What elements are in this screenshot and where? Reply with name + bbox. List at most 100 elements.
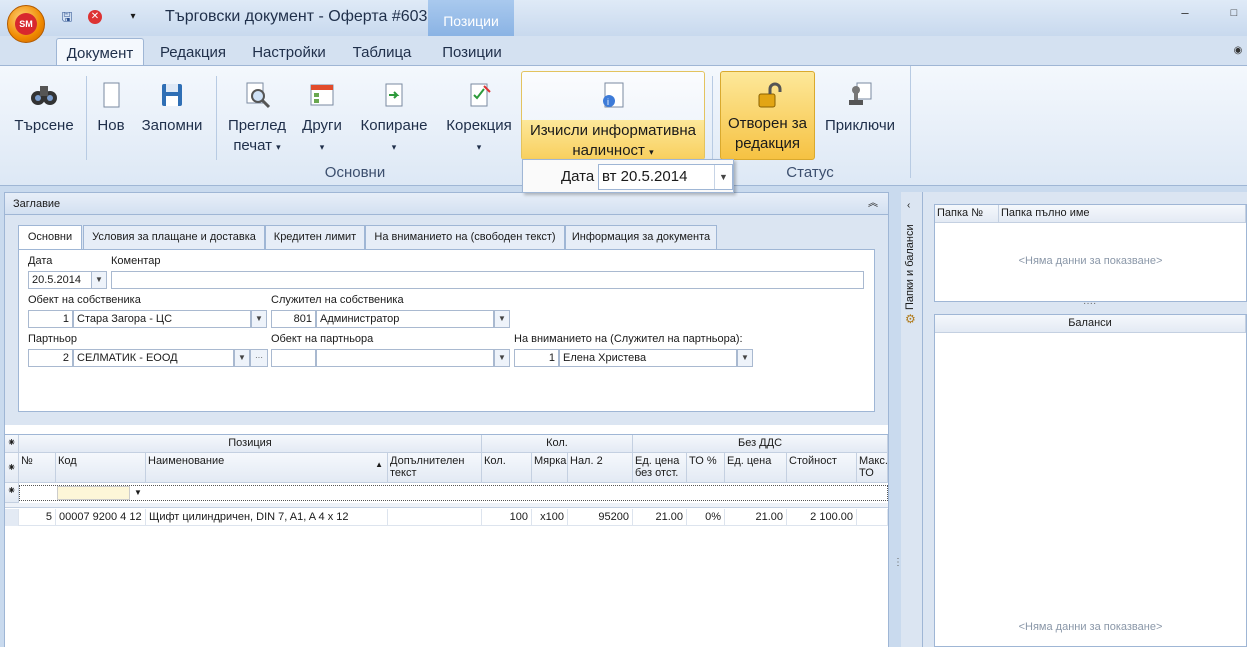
collapse-left-icon[interactable]: ‹	[907, 200, 910, 211]
col-name[interactable]: Наименование ▲	[146, 453, 388, 483]
col-unit-price[interactable]: Ед. цена	[725, 453, 787, 483]
owner-employee-dropdown-icon[interactable]: ▼	[494, 310, 510, 328]
col-no[interactable]: №	[19, 453, 56, 483]
maximize-icon[interactable]: □	[1226, 6, 1242, 20]
correction-button[interactable]: Корекция ▾	[442, 72, 516, 157]
header-area: Основни Условия за плащане и доставка Кр…	[5, 215, 888, 425]
tab-payment-delivery[interactable]: Условия за плащане и доставка	[83, 225, 265, 249]
comment-label: Коментар	[111, 255, 161, 267]
title-bar: SM 🖫 ✕ ▾ Търговски документ - Оферта #60…	[0, 0, 1247, 56]
checklist-icon	[470, 83, 491, 107]
sort-ascending-icon: ▲	[375, 460, 383, 469]
print-preview-button[interactable]: Преглед печат ▾	[225, 72, 289, 157]
panel-splitter[interactable]: ⋮	[889, 192, 903, 647]
tab-document-info[interactable]: Информация за документа	[565, 225, 717, 249]
calc-availability-button[interactable]: i Изчисли информативна наличност ▾	[521, 71, 705, 160]
col-max-discount[interactable]: Макс. ТО	[857, 453, 888, 483]
partner-object-name[interactable]	[316, 349, 494, 367]
col-folder-name[interactable]: Папка пълно име	[999, 205, 1246, 223]
balances-no-data: <Няма данни за показване>	[1018, 621, 1163, 633]
folders-grid: Папка № Папка пълно име <Няма данни за п…	[934, 204, 1247, 302]
save-icon[interactable]: 🖫	[58, 8, 76, 26]
customize-icon[interactable]: ▾	[124, 8, 142, 26]
tab-basic[interactable]: Основни	[18, 225, 82, 250]
copy-button[interactable]: Копиране ▾	[356, 72, 432, 157]
finish-button[interactable]: Приключи	[820, 72, 900, 136]
minimize-icon[interactable]: –	[1177, 6, 1193, 20]
save-button[interactable]: Запомни	[140, 72, 204, 136]
new-label: Нов	[97, 117, 125, 134]
owner-object-name[interactable]: Стара Загора - ЦС	[73, 310, 251, 328]
search-button[interactable]: Търсене	[14, 72, 74, 136]
col-extra-text[interactable]: Допълнителен текст	[388, 453, 482, 483]
tab-positions[interactable]: Позиции	[430, 38, 514, 66]
new-item-row[interactable]: ▼	[19, 485, 888, 501]
col-folder-no[interactable]: Папка №	[935, 205, 999, 223]
date-popup-input[interactable]: вт 20.5.2014 ▼	[598, 164, 733, 190]
owner-object-dropdown-icon[interactable]: ▼	[251, 310, 267, 328]
status-label-2: редакция	[734, 135, 801, 152]
partner-object-code[interactable]	[271, 349, 316, 367]
open-for-edit-button[interactable]: Отворен за редакция	[720, 71, 815, 160]
partner-browse-icon[interactable]: ···	[250, 349, 268, 367]
help-icon[interactable]: ◉	[1230, 44, 1246, 58]
document-panel: Заглавие ︽ Основни Условия за плащане и д…	[4, 192, 889, 647]
new-row-dropdown-icon[interactable]: ▼	[130, 486, 146, 500]
partner-name[interactable]: СЕЛМАТИК - ЕООД	[73, 349, 234, 367]
attention-code[interactable]: 1	[514, 349, 559, 367]
col-price-no-discount[interactable]: Ед. цена без отст.	[633, 453, 687, 483]
table-row[interactable]: 5 00007 9200 4 12 Щифт цилиндричен, DIN …	[5, 509, 888, 526]
context-tab-positions[interactable]: Позиции	[428, 0, 514, 36]
band-position: Позиция	[19, 435, 482, 453]
other-label: Други	[302, 117, 342, 134]
folders-no-data: <Няма данни за показване>	[1018, 255, 1163, 267]
copy-label: Копиране	[360, 117, 428, 134]
tab-document[interactable]: Документ	[56, 38, 144, 66]
cell-unit: x100	[532, 509, 568, 526]
date-field[interactable]: 20.5.2014	[28, 271, 92, 289]
app-logo[interactable]: SM	[7, 5, 45, 43]
close-icon[interactable]: ✕	[88, 10, 102, 24]
partner-code[interactable]: 2	[28, 349, 73, 367]
tab-settings[interactable]: Настройки	[242, 38, 336, 66]
comment-field[interactable]	[111, 271, 864, 289]
new-button[interactable]: Нов	[94, 72, 128, 136]
col-availability[interactable]: Нал. 2	[568, 453, 633, 483]
svg-text:i: i	[607, 97, 609, 107]
partner-object-dropdown-icon[interactable]: ▼	[494, 349, 510, 367]
date-popup-label: Дата	[561, 168, 595, 185]
form-icon	[310, 84, 334, 106]
col-value[interactable]: Стойност	[787, 453, 857, 483]
collapse-icon[interactable]: ︽	[868, 193, 878, 215]
ribbon-tabs: Документ Редакция Настройки Таблица Пози…	[0, 36, 1247, 66]
tab-credit-limit[interactable]: Кредитен лимит	[265, 225, 365, 249]
new-row-code-input[interactable]	[57, 486, 130, 500]
other-button[interactable]: Други ▾	[298, 72, 346, 157]
tab-table[interactable]: Таблица	[342, 38, 422, 66]
basic-tab-body: Дата 20.5.2014 ▼ Коментар Обект на собст…	[18, 249, 875, 412]
partner-dropdown-icon[interactable]: ▼	[234, 349, 250, 367]
chevron-down-icon[interactable]: ▼	[714, 165, 732, 189]
date-dropdown-icon[interactable]: ▼	[91, 271, 107, 289]
col-code[interactable]: Код	[56, 453, 146, 483]
col-discount[interactable]: ТО %	[687, 453, 725, 483]
tab-attention-free-text[interactable]: На вниманието на (свободен текст)	[365, 225, 565, 249]
stamp-icon	[849, 82, 872, 105]
tab-edit[interactable]: Редакция	[150, 38, 236, 66]
info-document-icon: i	[603, 82, 624, 108]
owner-employee-name[interactable]: Администратор	[316, 310, 494, 328]
owner-employee-code[interactable]: 801	[271, 310, 316, 328]
col-qty[interactable]: Кол.	[482, 453, 532, 483]
cell-qty: 100	[482, 509, 532, 526]
right-splitter-grip[interactable]: ····	[1083, 298, 1096, 309]
folders-balances-tab[interactable]: Папки и баланси	[904, 222, 920, 312]
attention-label: На вниманието на (Служител на партньора)…	[514, 333, 743, 345]
binoculars-icon	[31, 86, 57, 105]
new-document-icon	[103, 82, 120, 108]
save-label: Запомни	[141, 117, 203, 134]
date-popup: Дата вт 20.5.2014 ▼	[522, 159, 734, 193]
owner-object-code[interactable]: 1	[28, 310, 73, 328]
attention-dropdown-icon[interactable]: ▼	[737, 349, 753, 367]
attention-name[interactable]: Елена Христева	[559, 349, 737, 367]
col-unit[interactable]: Мярка	[532, 453, 568, 483]
